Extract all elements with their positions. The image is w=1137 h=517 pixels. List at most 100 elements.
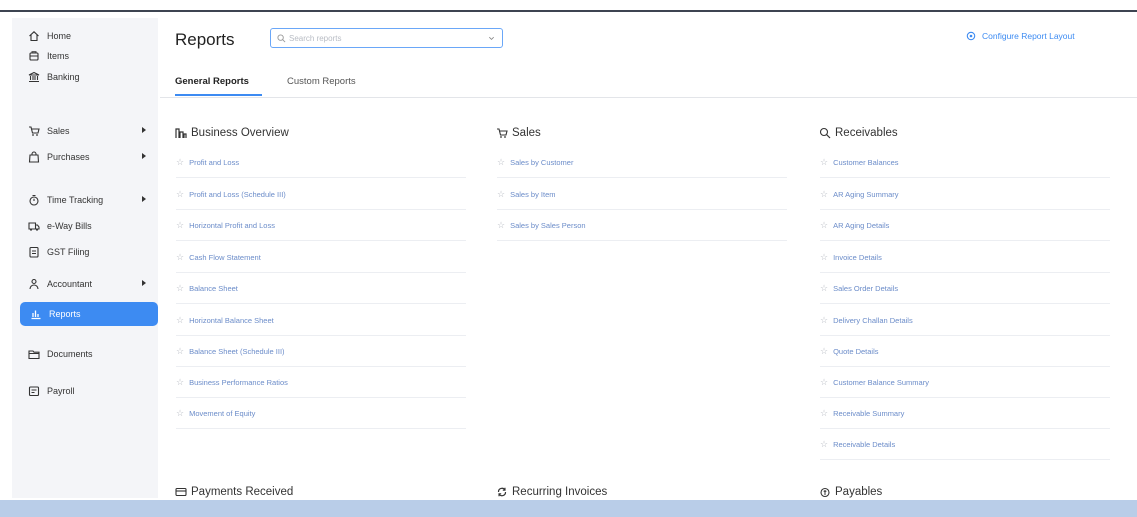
search-input[interactable] (289, 33, 479, 43)
star-icon[interactable]: ☆ (820, 439, 828, 450)
star-icon[interactable]: ☆ (176, 252, 184, 263)
document-icon (28, 246, 40, 258)
star-icon[interactable]: ☆ (497, 220, 505, 231)
report-link[interactable]: ☆ Horizontal Profit and Loss (176, 220, 275, 231)
report-link[interactable]: ☆ Business Performance Ratios (176, 377, 288, 388)
sidebar-item-banking[interactable]: Banking (12, 65, 158, 89)
sidebar-item-accountant[interactable]: Accountant (12, 272, 158, 296)
section-payables: Payables (819, 486, 882, 498)
bag-icon (28, 151, 40, 163)
search-box[interactable] (270, 28, 503, 48)
divider (176, 335, 466, 336)
sidebar-item-documents[interactable]: Documents (12, 342, 158, 366)
report-link[interactable]: ☆ AR Aging Summary (820, 189, 899, 200)
report-link[interactable]: ☆ Delivery Challan Details (820, 315, 913, 326)
report-link[interactable]: ☆ Sales by Sales Person (497, 220, 586, 231)
star-icon[interactable]: ☆ (820, 220, 828, 231)
star-icon[interactable]: ☆ (176, 157, 184, 168)
business-icon (175, 127, 187, 139)
star-icon[interactable]: ☆ (497, 157, 505, 168)
star-icon[interactable]: ☆ (176, 315, 184, 326)
star-icon[interactable]: ☆ (497, 189, 505, 200)
sidebar-item-label: Time Tracking (47, 195, 104, 205)
star-icon[interactable]: ☆ (820, 377, 828, 388)
report-link[interactable]: ☆ Cash Flow Statement (176, 252, 261, 263)
sidebar-item-purchases[interactable]: Purchases (12, 145, 158, 169)
page-title: Reports (175, 30, 235, 49)
report-link[interactable]: ☆ Sales by Customer (497, 157, 573, 168)
report-link[interactable]: ☆ Horizontal Balance Sheet (176, 315, 274, 326)
report-link[interactable]: ☆ Invoice Details (820, 252, 882, 263)
sidebar: Home Items Banking Sales Purchases Time … (12, 18, 158, 498)
star-icon[interactable]: ☆ (820, 283, 828, 294)
report-link[interactable]: ☆ Quote Details (820, 346, 879, 357)
report-link[interactable]: ☆ Profit and Loss (176, 157, 239, 168)
sidebar-item-label: Items (47, 51, 70, 61)
section-title-text: Business Overview (191, 127, 289, 139)
star-icon[interactable]: ☆ (820, 252, 828, 263)
tab-general-reports[interactable]: General Reports (175, 76, 249, 87)
section-receivables: Receivables (819, 127, 898, 139)
star-icon[interactable]: ☆ (176, 346, 184, 357)
star-icon[interactable]: ☆ (820, 157, 828, 168)
report-link[interactable]: ☆ Receivable Summary (820, 408, 904, 419)
configure-label: Configure Report Layout (982, 31, 1075, 41)
sidebar-item-payroll[interactable]: Payroll (12, 379, 158, 403)
section-title-text: Receivables (835, 127, 898, 139)
report-link-label: Sales Order Details (833, 284, 899, 293)
report-link[interactable]: ☆ Receivable Details (820, 439, 895, 450)
payroll-icon (28, 385, 40, 397)
report-link-label: Profit and Loss (189, 158, 240, 167)
truck-icon (28, 220, 40, 232)
report-link[interactable]: ☆ Balance Sheet (Schedule III) (176, 346, 285, 357)
sidebar-item-label: GST Filing (47, 247, 90, 257)
sidebar-item-sales[interactable]: Sales (12, 119, 158, 143)
report-link[interactable]: ☆ Movement of Equity (176, 408, 255, 419)
sidebar-item-label: Reports (49, 309, 81, 319)
sidebar-item-label: Banking (47, 72, 80, 82)
report-link[interactable]: ☆ Customer Balances (820, 157, 899, 168)
sidebar-item-label: Payroll (47, 386, 75, 396)
report-link-label: Balance Sheet (Schedule III) (189, 347, 285, 356)
chevron-down-icon[interactable] (488, 35, 495, 42)
configure-report-layout-button[interactable]: Configure Report Layout (966, 31, 1075, 41)
payments-icon (175, 486, 187, 498)
star-icon[interactable]: ☆ (820, 408, 828, 419)
report-link[interactable]: ☆ Balance Sheet (176, 283, 238, 294)
report-link[interactable]: ☆ AR Aging Details (820, 220, 889, 231)
report-link-label: Sales by Customer (510, 158, 574, 167)
sidebar-item-eway-bills[interactable]: e-Way Bills (12, 214, 158, 238)
tab-custom-reports[interactable]: Custom Reports (287, 76, 356, 87)
star-icon[interactable]: ☆ (176, 283, 184, 294)
report-link[interactable]: ☆ Sales Order Details (820, 283, 898, 294)
payables-icon (819, 486, 831, 498)
report-link-label: Business Performance Ratios (189, 378, 288, 387)
divider (176, 272, 466, 273)
divider (497, 240, 787, 241)
report-link[interactable]: ☆ Sales by Item (497, 189, 556, 200)
divider (820, 428, 1110, 429)
report-link-label: Cash Flow Statement (189, 253, 261, 262)
star-icon[interactable]: ☆ (176, 220, 184, 231)
report-link-label: Sales by Sales Person (510, 221, 586, 230)
divider (176, 177, 466, 178)
star-icon[interactable]: ☆ (176, 189, 184, 200)
gear-icon (966, 31, 976, 41)
report-link[interactable]: ☆ Profit and Loss (Schedule III) (176, 189, 286, 200)
report-link-label: Customer Balances (833, 158, 899, 167)
divider (176, 428, 466, 429)
star-icon[interactable]: ☆ (176, 377, 184, 388)
star-icon[interactable]: ☆ (176, 408, 184, 419)
star-icon[interactable]: ☆ (820, 346, 828, 357)
sidebar-item-gst-filing[interactable]: GST Filing (12, 240, 158, 264)
star-icon[interactable]: ☆ (820, 315, 828, 326)
star-icon[interactable]: ☆ (820, 189, 828, 200)
sidebar-item-reports[interactable]: Reports (20, 302, 158, 326)
sidebar-item-label: Purchases (47, 152, 90, 162)
report-link-label: Balance Sheet (189, 284, 238, 293)
items-icon (28, 50, 40, 62)
folder-icon (28, 348, 40, 360)
home-icon (28, 30, 40, 42)
report-link[interactable]: ☆ Customer Balance Summary (820, 377, 929, 388)
sidebar-item-time-tracking[interactable]: Time Tracking (12, 188, 158, 212)
